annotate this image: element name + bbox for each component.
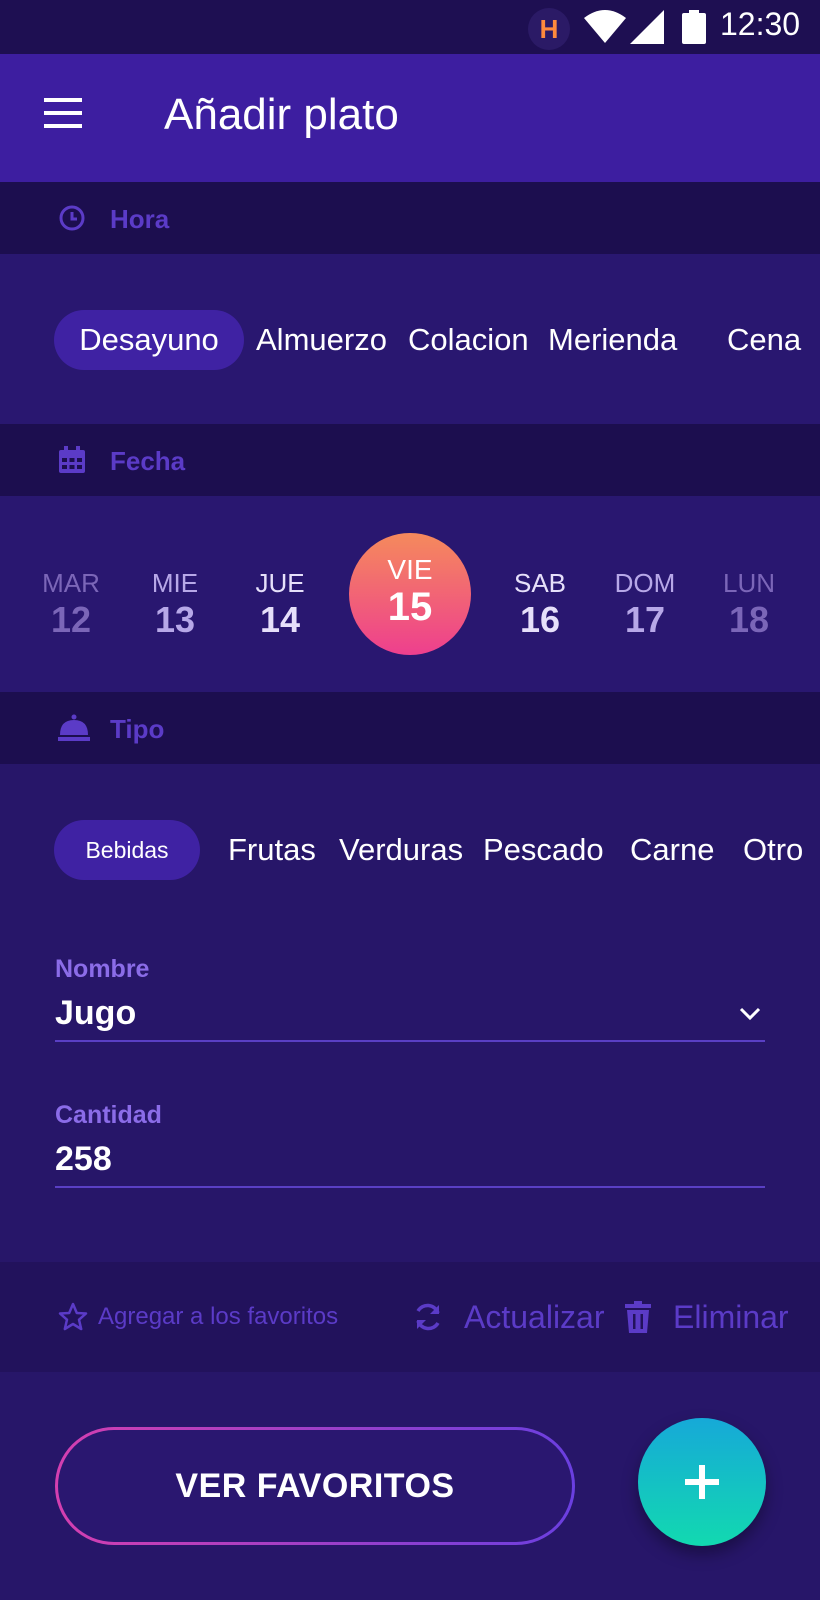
status-time: 12:30 [720,6,801,42]
nombre-value[interactable]: Jugo [55,994,765,1040]
cantidad-label: Cantidad [55,1101,162,1129]
meal-chip-almuerzo[interactable]: Almuerzo [256,310,387,370]
wifi-icon [584,10,626,43]
type-chip-bebidas[interactable]: Bebidas [54,820,200,880]
signal-icon [630,10,664,44]
date-item[interactable]: SAB 16 [490,568,590,642]
meal-chip-cena[interactable]: Cena [727,310,801,370]
nombre-field[interactable]: Nombre Jugo [55,955,765,1042]
refresh-icon [416,1303,440,1331]
meal-chip-desayuno[interactable]: Desayuno [54,310,244,370]
type-selector: Bebidas Frutas Verduras Pescado Carne Ot… [0,820,820,880]
date-item[interactable]: LUN 18 [699,568,799,642]
battery-icon [682,10,706,44]
chevron-down-icon[interactable] [739,1007,761,1021]
plus-icon [685,1465,719,1499]
cantidad-value[interactable]: 258 [55,1140,765,1186]
type-chip-otro[interactable]: Otro [743,820,803,880]
nombre-label: Nombre [55,955,150,983]
section-header-hora: Hora [0,182,820,254]
delete-label: Eliminar [673,1298,789,1335]
delete-action[interactable]: Eliminar [625,1262,789,1372]
date-item[interactable]: MAR 12 [21,568,121,642]
app-bar: Añadir plato [0,54,820,182]
date-item[interactable]: DOM 17 [595,568,695,642]
section-label-fecha: Fecha [110,446,186,476]
star-icon [58,1302,88,1331]
update-action[interactable]: Actualizar [412,1262,605,1372]
add-favorite-label: Agregar a los favoritos [98,1303,339,1330]
app-notification-icon: H [528,8,570,50]
calendar-icon [59,446,85,473]
type-chip-pescado[interactable]: Pescado [483,820,604,880]
menu-icon[interactable] [44,96,82,130]
actions-bar: Agregar a los favoritos Actualizar Elimi… [0,1262,820,1372]
nombre-underline [55,1040,765,1042]
meal-selector: Desayuno Almuerzo Colacion Merienda Cena [0,254,820,424]
section-header-tipo: Tipo [0,692,820,764]
date-item[interactable]: JUE 14 [230,568,330,642]
meal-chip-merienda[interactable]: Merienda [548,310,677,370]
type-chip-carne[interactable]: Carne [630,820,714,880]
type-chip-frutas[interactable]: Frutas [228,820,316,880]
meal-chip-colacion[interactable]: Colacion [408,310,529,370]
section-label-hora: Hora [110,204,170,234]
page-title: Añadir plato [164,90,399,139]
clock-icon [59,205,85,231]
trash-icon [625,1301,651,1333]
ver-favoritos-button[interactable]: VER FAVORITOS [55,1427,575,1545]
cloche-icon [58,714,90,741]
status-bar: H 12:30 [0,0,820,54]
type-chip-verduras[interactable]: Verduras [339,820,463,880]
date-item-selected[interactable]: VIE 15 [349,533,471,655]
section-label-tipo: Tipo [110,714,165,744]
add-fab-button[interactable] [638,1418,766,1546]
cantidad-underline [55,1186,765,1188]
cantidad-field[interactable]: Cantidad 258 [55,1101,765,1188]
section-header-fecha: Fecha [0,424,820,496]
update-label: Actualizar [464,1298,605,1335]
ver-favoritos-label: VER FAVORITOS [58,1430,572,1542]
add-favorite-action[interactable]: Agregar a los favoritos [58,1262,338,1372]
date-item[interactable]: MIE 13 [125,568,225,642]
